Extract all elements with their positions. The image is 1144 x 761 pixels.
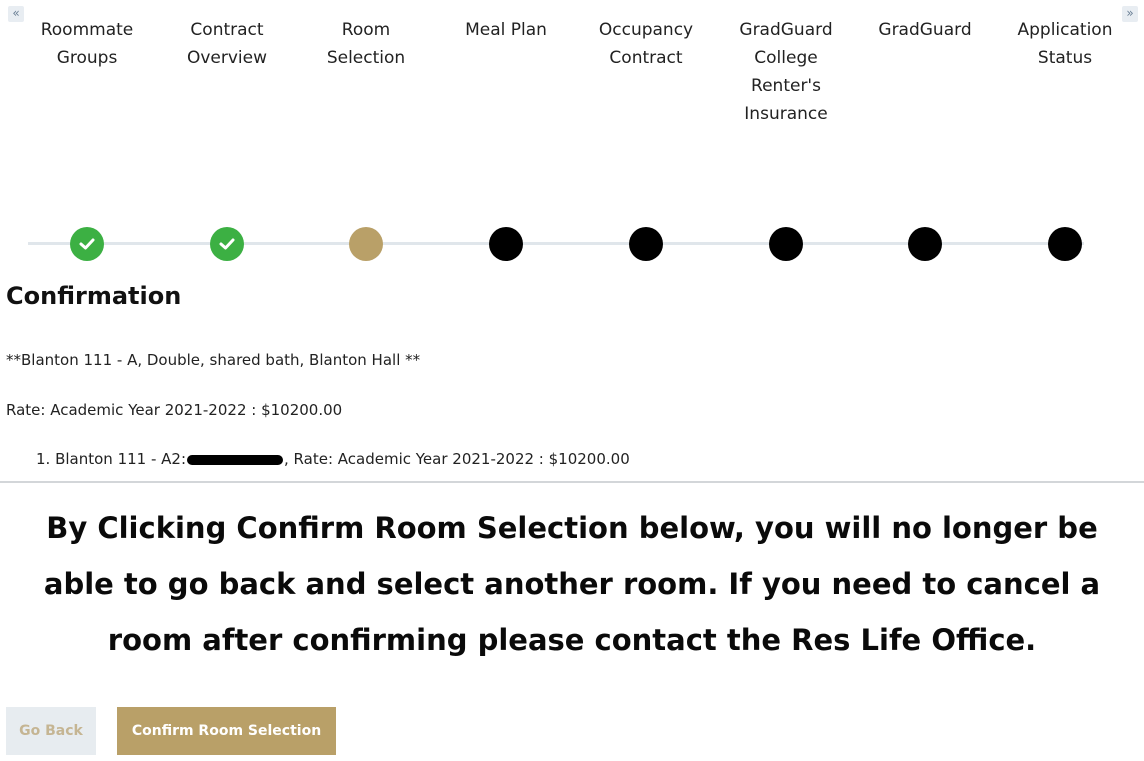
redacted-name [187,454,284,465]
checkmark-icon [219,238,235,250]
occupant-list-item: 1. Blanton 111 - A2: , Rate: Academic Yea… [36,450,630,468]
occupant-rate-label: , Rate: Academic Year 2021-2022 : $10200… [284,450,630,468]
step-dot-done[interactable] [70,227,104,261]
step-label[interactable]: Roommate Groups [22,16,152,72]
step-dot-todo[interactable] [769,227,803,261]
step-dot-current[interactable] [349,227,383,261]
room-summary: **Blanton 111 - A, Double, shared bath, … [6,351,421,369]
go-back-button[interactable]: Go Back [6,707,96,755]
step-label[interactable]: GradGuard [860,16,990,44]
step-dot-todo[interactable] [489,227,523,261]
step-label[interactable]: Meal Plan [441,16,571,44]
step-label[interactable]: Contract Overview [162,16,292,72]
step-dot-done[interactable] [210,227,244,261]
room-rate: Rate: Academic Year 2021-2022 : $10200.0… [6,401,343,419]
confirmation-heading: Confirmation [6,282,182,310]
step-label[interactable]: Application Status [1000,16,1130,72]
occupant-room-label: 1. Blanton 111 - A2: [36,450,187,468]
step-dot-todo[interactable] [629,227,663,261]
step-label[interactable]: GradGuard College Renter's Insurance [721,16,851,128]
section-divider [0,481,1144,483]
step-dot-todo[interactable] [908,227,942,261]
step-label[interactable]: Occupancy Contract [581,16,711,72]
confirm-room-selection-button[interactable]: Confirm Room Selection [117,707,336,755]
checkmark-icon [79,238,95,250]
confirm-warning-text: By Clicking Confirm Room Selection below… [43,511,1101,657]
step-dot-todo[interactable] [1048,227,1082,261]
step-label[interactable]: Room Selection [301,16,431,72]
